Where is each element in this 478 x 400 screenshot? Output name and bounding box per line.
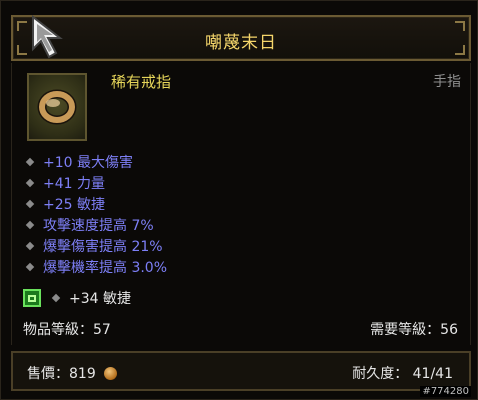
affix-text: +41 力量 (43, 175, 105, 192)
affix-row: +10 最大傷害 (23, 151, 167, 172)
tooltip-header: 嘲蔑末日 (11, 15, 471, 61)
affix-text: 攻擊速度提高 7% (43, 217, 154, 234)
level-row: 物品等級：57 需要等級：56 (23, 319, 458, 339)
item-rarity-type: 稀有戒指 (111, 73, 172, 91)
durability: 耐久度： 41/41 (352, 366, 453, 382)
affix-text: +10 最大傷害 (43, 154, 133, 171)
required-level: 需要等級：56 (370, 322, 458, 338)
bullet-icon (25, 241, 35, 250)
emerald-gem-icon (23, 289, 41, 307)
affix-row: 爆擊傷害提高 21% (23, 235, 167, 256)
socket-bonus-text: +34 敏捷 (69, 291, 131, 307)
bullet-icon (25, 199, 35, 208)
affix-row: +41 力量 (23, 172, 167, 193)
cursor-arrow-icon (32, 15, 63, 59)
watermark: #774280 (420, 386, 471, 397)
item-tooltip: 嘲蔑末日 稀有戒指 手指 +10 最大傷害 +41 力量 +25 敏捷 攻擊速度… (0, 0, 478, 400)
affix-text: 爆擊傷害提高 21% (43, 238, 163, 255)
socket-row: +34 敏捷 (23, 288, 131, 308)
price-text: 售價：819 (27, 366, 96, 382)
item-level: 物品等級：57 (23, 322, 111, 338)
sell-price: 售價：819 (27, 363, 117, 383)
affix-row: 攻擊速度提高 7% (23, 214, 167, 235)
bullet-icon (51, 293, 61, 303)
affix-row: +25 敏捷 (23, 193, 167, 214)
bullet-icon (25, 220, 35, 229)
affix-text: +25 敏捷 (43, 196, 105, 213)
affix-text: 爆擊機率提高 3.0% (43, 259, 168, 276)
item-title: 嘲蔑末日 (205, 33, 277, 53)
bullet-icon (25, 178, 35, 187)
item-slot: 手指 (433, 74, 461, 90)
bullet-icon (25, 157, 35, 166)
tooltip-footer: 售價：819 耐久度： 41/41 (11, 351, 471, 391)
gold-coin-icon (103, 366, 117, 380)
affix-row: 爆擊機率提高 3.0% (23, 256, 167, 277)
bullet-icon (25, 262, 35, 271)
ring-icon (27, 73, 87, 141)
affix-list: +10 最大傷害 +41 力量 +25 敏捷 攻擊速度提高 7% 爆擊傷害提高 … (23, 151, 167, 277)
